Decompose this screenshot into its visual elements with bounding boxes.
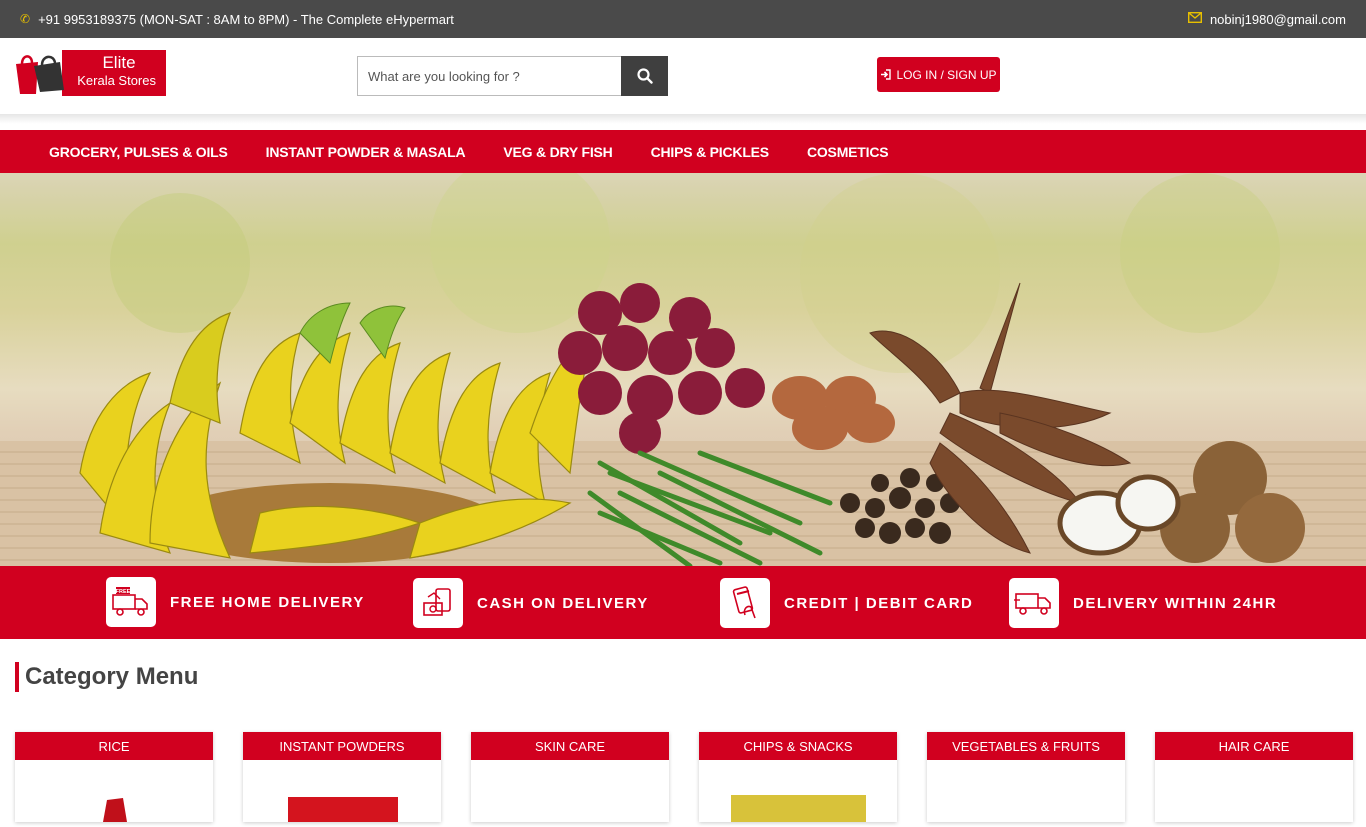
category-card-skin-care[interactable]: SKIN CARE <box>471 732 669 822</box>
phone-icon: ✆ <box>20 12 31 26</box>
logo-line1: Elite <box>102 53 136 72</box>
contact-info: ✆ +91 9953189375 (MON-SAT : 8AM to 8PM) … <box>20 12 454 27</box>
produce-illustration <box>79 173 1305 566</box>
feature-label: DELIVERY WITHIN 24HR <box>1073 594 1278 612</box>
category-grid: RICE INSTANT POWDERS SKIN CARE CHIPS & S… <box>15 732 1353 822</box>
shopping-bag-logo-icon <box>16 55 64 94</box>
nav-item-grocery[interactable]: GROCERY, PULSES & OILS <box>49 144 228 160</box>
nav-item-instant-powder[interactable]: INSTANT POWDER & MASALA <box>266 144 466 160</box>
login-signup-button[interactable]: LOG IN / SIGN UP <box>877 57 1000 92</box>
features-strip: FREE FREE HOME DELIVERY CASH ON DELIVERY… <box>0 566 1366 639</box>
feature-label: FREE HOME DELIVERY <box>170 593 365 611</box>
cash-on-delivery-icon <box>413 578 463 628</box>
feature-card-payment: CREDIT | DEBIT CARD <box>720 578 973 628</box>
sign-in-icon <box>881 69 892 80</box>
category-card-title[interactable]: VEGETABLES & FRUITS <box>927 732 1125 760</box>
email-info[interactable]: nobinj1980@gmail.com <box>1187 11 1346 27</box>
category-card-rice[interactable]: RICE <box>15 732 213 822</box>
category-card-hair-care[interactable]: HAIR CARE <box>1155 732 1353 822</box>
search-button[interactable] <box>621 56 668 96</box>
hero-banner-image[interactable] <box>0 173 1366 566</box>
envelope-icon <box>1187 11 1202 26</box>
category-card-title[interactable]: RICE <box>15 732 213 760</box>
delivery-truck-icon <box>1009 578 1059 628</box>
nav-item-cosmetics[interactable]: COSMETICS <box>807 144 889 160</box>
category-card-instant-powders[interactable]: INSTANT POWDERS <box>243 732 441 822</box>
card-payment-icon <box>720 578 770 628</box>
main-nav: GROCERY, PULSES & OILS INSTANT POWDER & … <box>0 130 1366 173</box>
header-divider <box>0 114 1366 130</box>
category-card-chips-snacks[interactable]: CHIPS & SNACKS <box>699 732 897 822</box>
chips-product-image <box>731 795 866 822</box>
search-input[interactable] <box>357 56 621 96</box>
header: Elite Kerala Stores LOG IN / SIGN UP <box>0 38 1366 114</box>
nav-item-veg-dry-fish[interactable]: VEG & DRY FISH <box>503 144 612 160</box>
category-menu-title: Category Menu <box>15 662 198 692</box>
category-card-title[interactable]: SKIN CARE <box>471 732 669 760</box>
search-icon <box>636 68 653 84</box>
rice-product-image <box>103 798 127 822</box>
feature-cash-on-delivery: CASH ON DELIVERY <box>413 578 649 628</box>
feature-label: CREDIT | DEBIT CARD <box>784 594 974 612</box>
email-text[interactable]: nobinj1980@gmail.com <box>1210 12 1346 27</box>
logo-line2: Kerala Stores <box>77 73 156 88</box>
site-logo[interactable]: Elite Kerala Stores <box>14 50 166 96</box>
top-bar: ✆ +91 9953189375 (MON-SAT : 8AM to 8PM) … <box>0 0 1366 38</box>
search-bar <box>357 56 668 96</box>
feature-free-delivery: FREE FREE HOME DELIVERY <box>106 577 365 627</box>
feature-delivery-24hr: DELIVERY WITHIN 24HR <box>1009 578 1277 628</box>
category-card-title[interactable]: HAIR CARE <box>1155 732 1353 760</box>
free-delivery-truck-icon: FREE <box>106 577 156 627</box>
category-card-vegetables-fruits[interactable]: VEGETABLES & FRUITS <box>927 732 1125 822</box>
login-label: LOG IN / SIGN UP <box>896 67 997 82</box>
logo-text-box: Elite Kerala Stores <box>62 50 166 96</box>
free-badge-text: FREE <box>116 589 131 595</box>
feature-label: CASH ON DELIVERY <box>477 594 649 612</box>
category-card-title[interactable]: INSTANT POWDERS <box>243 732 441 760</box>
nav-item-chips-pickles[interactable]: CHIPS & PICKLES <box>651 144 770 160</box>
category-card-title[interactable]: CHIPS & SNACKS <box>699 732 897 760</box>
instant-powders-product-image <box>288 797 398 822</box>
phone-text: +91 9953189375 (MON-SAT : 8AM to 8PM) - … <box>38 11 454 27</box>
